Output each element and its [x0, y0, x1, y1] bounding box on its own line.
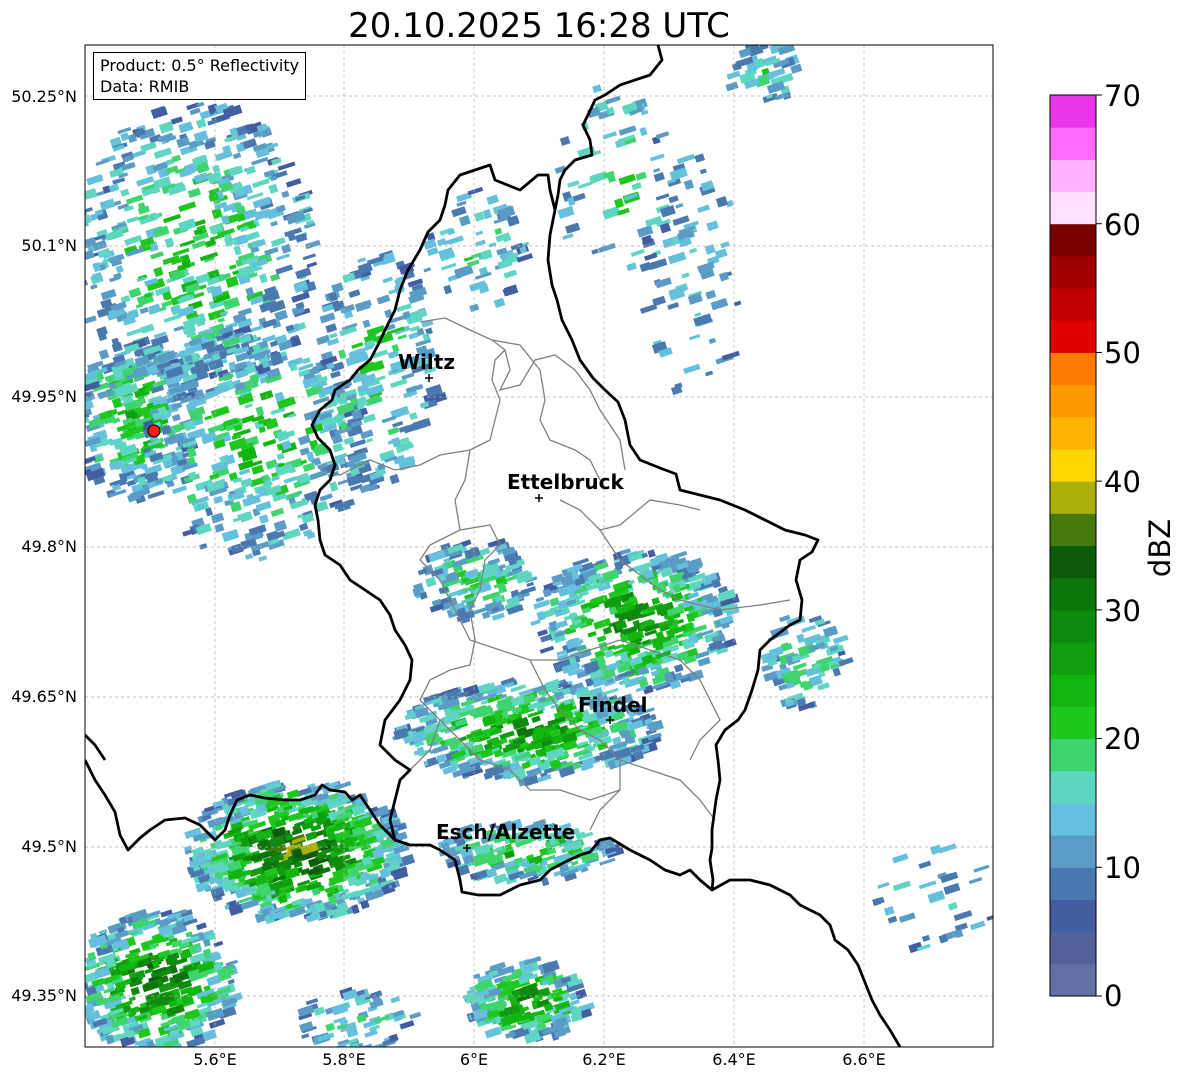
- colorbar-tick-label: 70: [1104, 79, 1141, 113]
- colorbar: [1049, 94, 1102, 997]
- colorbar-band: [1050, 642, 1096, 675]
- colorbar-band: [1050, 288, 1096, 321]
- colorbar-tick-label: 50: [1104, 336, 1141, 370]
- colorbar-band: [1050, 384, 1096, 418]
- colorbar-band: [1050, 159, 1096, 193]
- colorbar-band: [1050, 609, 1096, 643]
- colorbar-band: [1050, 674, 1096, 707]
- colorbar-band: [1050, 95, 1096, 128]
- colorbar-band: [1050, 899, 1096, 933]
- colorbar-band: [1050, 191, 1096, 225]
- colorbar-band: [1050, 963, 1096, 997]
- colorbar-band: [1050, 770, 1096, 804]
- colorbar-band: [1050, 416, 1096, 450]
- colorbar-band: [1050, 127, 1096, 160]
- colorbar-bands: [1050, 95, 1096, 997]
- colorbar-band: [1050, 706, 1096, 740]
- colorbar-band: [1050, 835, 1096, 868]
- colorbar-tick-label: 10: [1104, 851, 1141, 885]
- colorbar-tick-label: 20: [1104, 722, 1141, 756]
- colorbar-band: [1050, 738, 1096, 772]
- colorbar-band: [1050, 545, 1096, 579]
- colorbar-band: [1050, 481, 1096, 514]
- colorbar-tick-label: 40: [1104, 465, 1141, 499]
- colorbar-band: [1050, 513, 1096, 546]
- colorbar-band: [1050, 931, 1096, 965]
- colorbar-band: [1050, 577, 1096, 611]
- colorbar-band: [1050, 448, 1096, 482]
- colorbar-tick-marks: [1096, 94, 1102, 997]
- colorbar-tick-label: 0: [1104, 979, 1123, 1013]
- colorbar-band: [1050, 320, 1096, 353]
- colorbar-band: [1050, 867, 1096, 900]
- colorbar-band: [1050, 802, 1096, 836]
- colorbar-label: dBZ: [1143, 518, 1177, 578]
- colorbar-band: [1050, 223, 1096, 257]
- colorbar-band: [1050, 352, 1096, 386]
- colorbar-tick-label: 60: [1104, 208, 1141, 242]
- colorbar-tick-label: 30: [1104, 594, 1141, 628]
- colorbar-band: [1050, 255, 1096, 289]
